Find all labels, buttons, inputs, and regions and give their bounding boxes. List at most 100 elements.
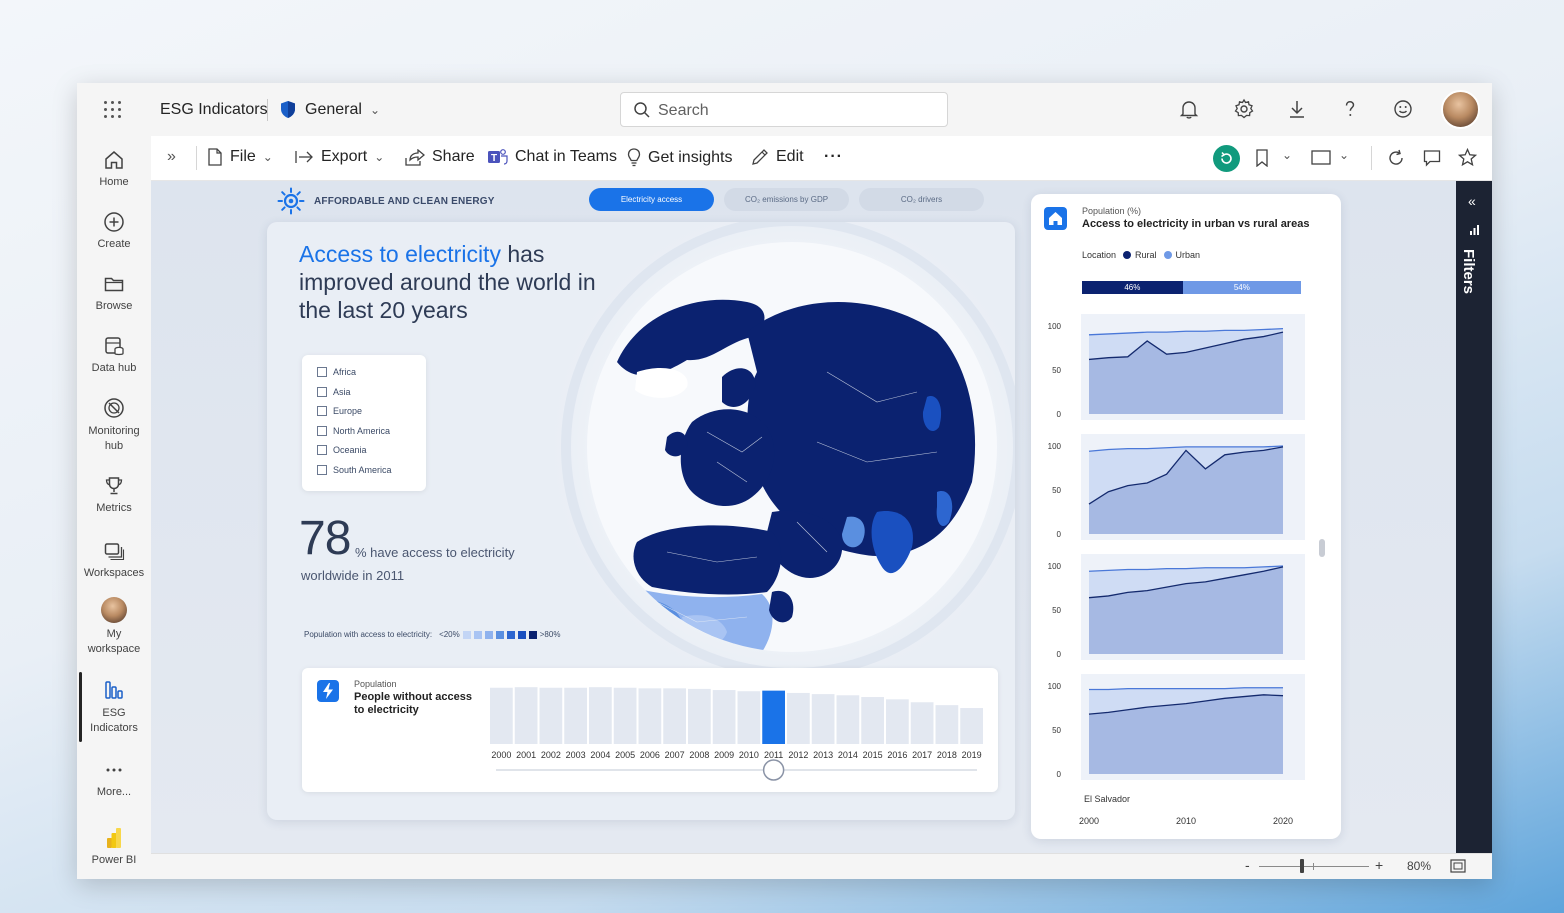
nav-metrics[interactable]: Metrics [77,474,151,514]
file-menu[interactable]: File ⌄ [207,148,273,166]
slicer-item-north-america[interactable]: North America [317,426,390,436]
legend-rural[interactable]: Rural [1135,250,1157,260]
bar-2009[interactable] [712,690,736,744]
x-tick-label: 2019 [962,750,982,760]
slicer-item-europe[interactable]: Europe [317,406,362,416]
bell-icon[interactable] [1177,97,1201,121]
nav-my-workspace[interactable]: My workspace [77,597,151,657]
checkbox[interactable] [317,367,327,377]
bar-2005[interactable] [613,687,637,744]
search-input[interactable]: Search [658,102,709,120]
zoom-out-button[interactable]: - [1245,857,1250,873]
report-title[interactable]: ESG Indicators [160,101,268,119]
population-bar-chart[interactable]: 2000 2001 2002 2003 2004 2005 2006 2007 2008 2009… [482,678,992,790]
bar-2002[interactable] [539,687,563,744]
refresh-icon[interactable] [1387,149,1405,167]
slicer-item-asia[interactable]: Asia [317,387,351,397]
bar-2007[interactable] [663,688,686,744]
chevron-down-icon[interactable]: ⌄ [1282,148,1292,162]
feedback-icon[interactable] [1391,97,1415,121]
bar-2000[interactable] [490,687,513,744]
year-slider-handle[interactable] [762,759,785,781]
bar-2003[interactable] [564,687,587,744]
bar-2014[interactable] [836,695,860,744]
workspace-name[interactable]: General [305,101,362,119]
slicer-item-africa[interactable]: Africa [317,367,356,377]
checkbox[interactable] [317,465,327,475]
checkbox[interactable] [317,406,327,416]
legend-urban[interactable]: Urban [1176,250,1201,260]
tab-co2-emissions-by-gdp[interactable]: CO₂ emissions by GDP [724,188,849,211]
scrollbar[interactable] [1319,539,1325,557]
favorite-star-icon[interactable] [1458,148,1477,167]
slicer-label: Oceania [333,445,367,455]
nav-more[interactable]: More... [77,758,151,798]
settings-icon[interactable] [1232,97,1256,121]
nav-workspaces[interactable]: Workspaces [77,539,151,579]
small-multiples-area-charts[interactable]: Philippines100500Morocco100500Fiji100500… [1031,304,1341,834]
trophy-icon [105,477,123,495]
bar-2010[interactable] [737,691,761,744]
filters-pane[interactable]: « Filters [1456,181,1492,853]
bar-2019[interactable] [960,708,983,744]
get-insights-button[interactable]: Get insights [627,148,732,167]
checkbox[interactable] [317,387,327,397]
rural-share-segment[interactable]: 46% [1082,281,1183,294]
search-box[interactable]: Search [620,92,948,127]
bar-2016[interactable] [886,699,909,744]
nav-esg-indicators[interactable]: ESG Indicators [77,678,151,736]
expand-pages-icon[interactable]: » [167,148,176,166]
chevron-down-icon[interactable]: ⌄ [1339,148,1349,162]
refresh-status-icon[interactable] [1213,145,1240,172]
nav-data-hub[interactable]: Data hub [77,334,151,374]
slicer-item-oceania[interactable]: Oceania [317,445,367,455]
account-avatar[interactable] [1441,90,1480,129]
more-options-button[interactable]: ··· [824,148,843,166]
nav-browse[interactable]: Browse [77,272,151,312]
bar-2012[interactable] [787,692,810,744]
checkbox[interactable] [317,426,327,436]
x-tick-label: 2004 [590,750,610,760]
tab-co2-drivers[interactable]: CO₂ drivers [859,188,984,211]
legend-urban-dot [1163,251,1172,259]
download-icon[interactable] [1285,97,1309,121]
bar-2006[interactable] [638,688,662,744]
edit-button[interactable]: Edit [751,148,804,166]
collapse-filters-icon[interactable]: « [1468,193,1476,209]
help-icon[interactable] [1338,97,1362,121]
bar-2013[interactable] [811,694,835,744]
sensitivity-shield-icon[interactable] [280,100,296,119]
slicer-item-south-america[interactable]: South America [317,465,392,475]
legend-swatch [484,630,493,639]
bar-2004[interactable] [589,687,612,744]
export-menu[interactable]: Export ⌄ [294,148,384,166]
nav-monitoring-hub[interactable]: Monitoring hub [77,396,151,454]
chevron-down-icon[interactable]: ⌄ [370,103,380,117]
bar-2017[interactable] [910,702,934,744]
zoom-slider-thumb[interactable] [1299,859,1304,873]
nav-create[interactable]: Create [77,210,151,250]
checkbox[interactable] [317,445,327,455]
bar-2001[interactable] [514,687,538,744]
bar-2015[interactable] [861,697,884,744]
bar-2008[interactable] [688,688,711,744]
comment-icon[interactable] [1423,149,1441,167]
chat-in-teams-button[interactable]: T Chat in Teams [487,148,617,166]
bookmark-icon[interactable] [1255,149,1269,167]
bar-2018[interactable] [935,705,959,744]
share-button[interactable]: Share [405,148,475,166]
nav-my-workspace-label: My workspace [87,628,141,655]
view-icon[interactable] [1311,150,1331,165]
fit-to-page-icon[interactable] [1450,859,1466,873]
tab-electricity-access[interactable]: Electricity access [589,188,714,211]
rural-urban-share-bar[interactable]: 46% 54% [1082,281,1301,294]
urban-share-segment[interactable]: 54% [1182,281,1301,294]
legend-swatch [473,630,482,639]
zoom-slider-track[interactable] [1259,866,1369,867]
zoom-level[interactable]: 80% [1407,859,1431,873]
app-launcher-icon[interactable] [103,100,123,120]
nav-power-bi[interactable]: Power BI [77,826,151,866]
zoom-in-button[interactable]: + [1375,857,1383,873]
nav-home[interactable]: Home [77,148,151,188]
bar-2011[interactable] [762,690,785,744]
